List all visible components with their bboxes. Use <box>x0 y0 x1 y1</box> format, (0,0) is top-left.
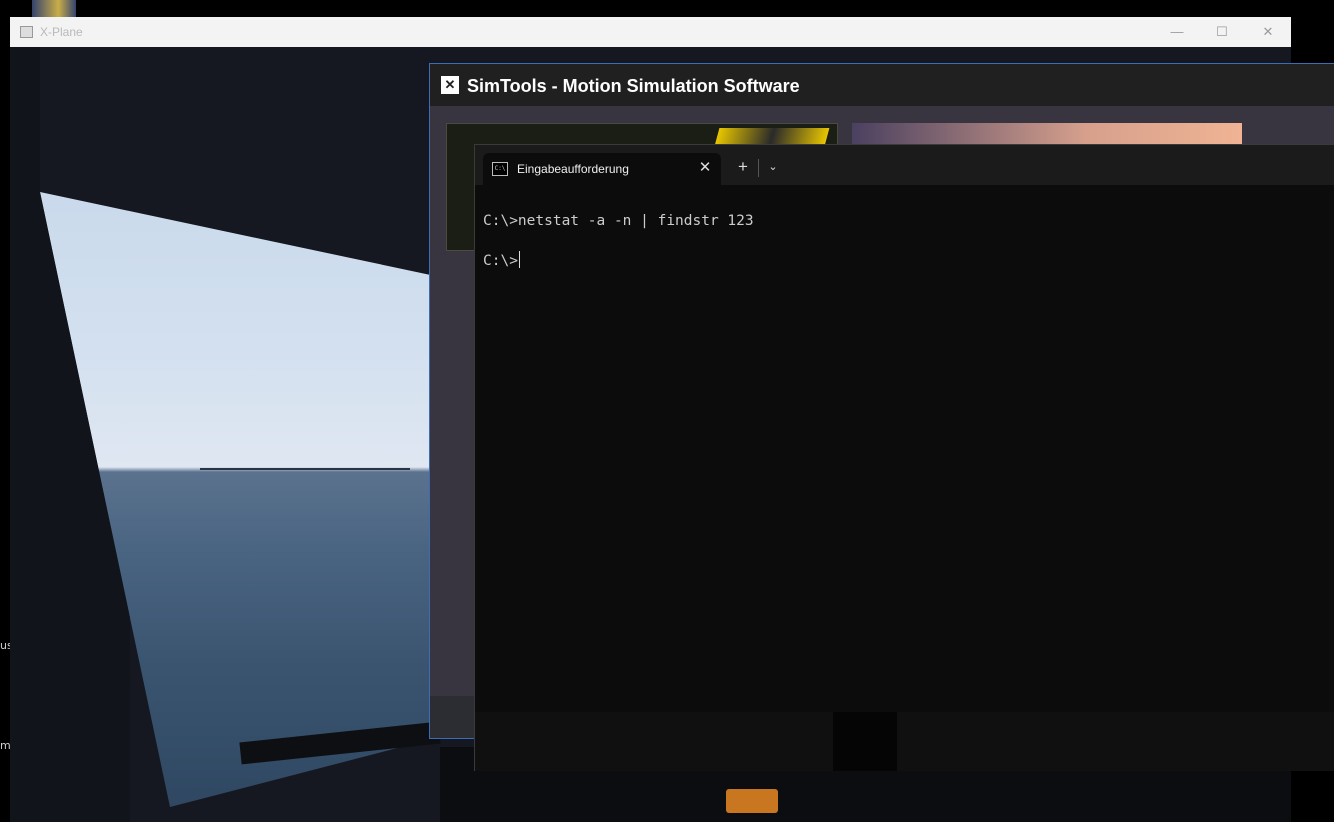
chevron-down-icon[interactable]: ⌄ <box>763 157 783 177</box>
new-tab-button[interactable]: + <box>733 157 753 177</box>
instrument-light <box>726 789 778 813</box>
text-cursor <box>518 251 520 268</box>
minimize-button[interactable]: — <box>1162 22 1192 42</box>
horizon-line <box>200 468 410 470</box>
terminal-bottom-area <box>833 712 897 771</box>
terminal-window: C:\ Eingabeaufforderung ✕ + ⌄ C:\>netsta… <box>474 144 1334 771</box>
prompt-text: C:\> <box>483 253 518 269</box>
tab-title: Eingabeaufforderung <box>517 162 629 176</box>
app-icon <box>20 26 33 38</box>
simtools-title: SimTools - Motion Simulation Software <box>467 76 800 96</box>
cmd-icon: C:\ <box>492 162 508 176</box>
maximize-button[interactable]: ☐ <box>1207 22 1237 42</box>
terminal-tabbar[interactable]: C:\ Eingabeaufforderung ✕ + ⌄ <box>475 145 1334 185</box>
terminal-bottom-area <box>475 712 1334 771</box>
terminal-prompt-line[interactable]: C:\> <box>483 251 520 269</box>
simtools-logo-icon: ✕ <box>441 76 459 94</box>
close-tab-icon[interactable]: ✕ <box>695 158 715 178</box>
tab-divider <box>758 159 759 177</box>
xplane-titlebar[interactable]: X-Plane — ☐ ✕ <box>10 17 1291 48</box>
terminal-line: C:\>netstat -a -n | findstr 123 <box>483 213 754 229</box>
desktop-icon[interactable] <box>32 0 76 17</box>
simtools-titlebar[interactable]: ✕ SimTools - Motion Simulation Software <box>430 64 1334 106</box>
window-title: X-Plane <box>40 25 83 39</box>
terminal-output[interactable]: C:\>netstat -a -n | findstr 123 C:\> <box>475 185 1334 771</box>
close-button[interactable]: ✕ <box>1253 22 1283 42</box>
tab-eingabeaufforderung[interactable]: C:\ Eingabeaufforderung ✕ <box>483 153 721 185</box>
